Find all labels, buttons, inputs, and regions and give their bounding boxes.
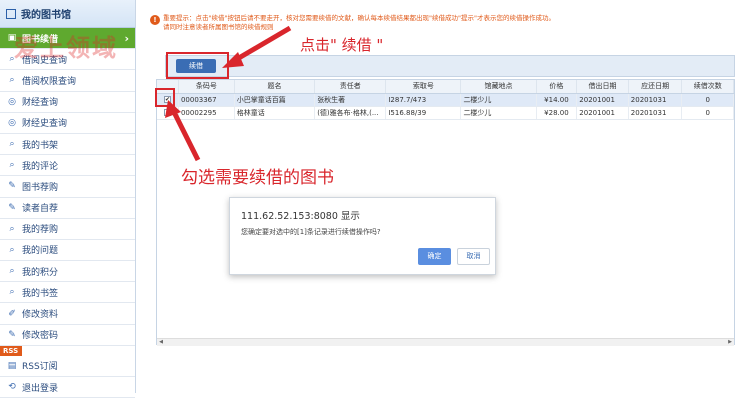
arrow-to-checkbox [171,110,201,162]
cancel-button[interactable]: 取消 [457,248,490,265]
arrow-to-renew [230,25,292,65]
dialog-message: 您确定要对选中的[1]条记录进行续借操作吗? [241,228,381,236]
confirm-dialog: 111.62.52.153:8080 显示 您确定要对选中的[1]条记录进行续借… [229,197,496,275]
annotation-check-books: 勾选需要续借的图书 [181,168,334,188]
annotation-click-renew: 点击" 续借 " [300,36,384,54]
dialog-title: 111.62.52.153:8080 显示 [241,211,360,222]
ok-button[interactable]: 确定 [418,248,451,265]
